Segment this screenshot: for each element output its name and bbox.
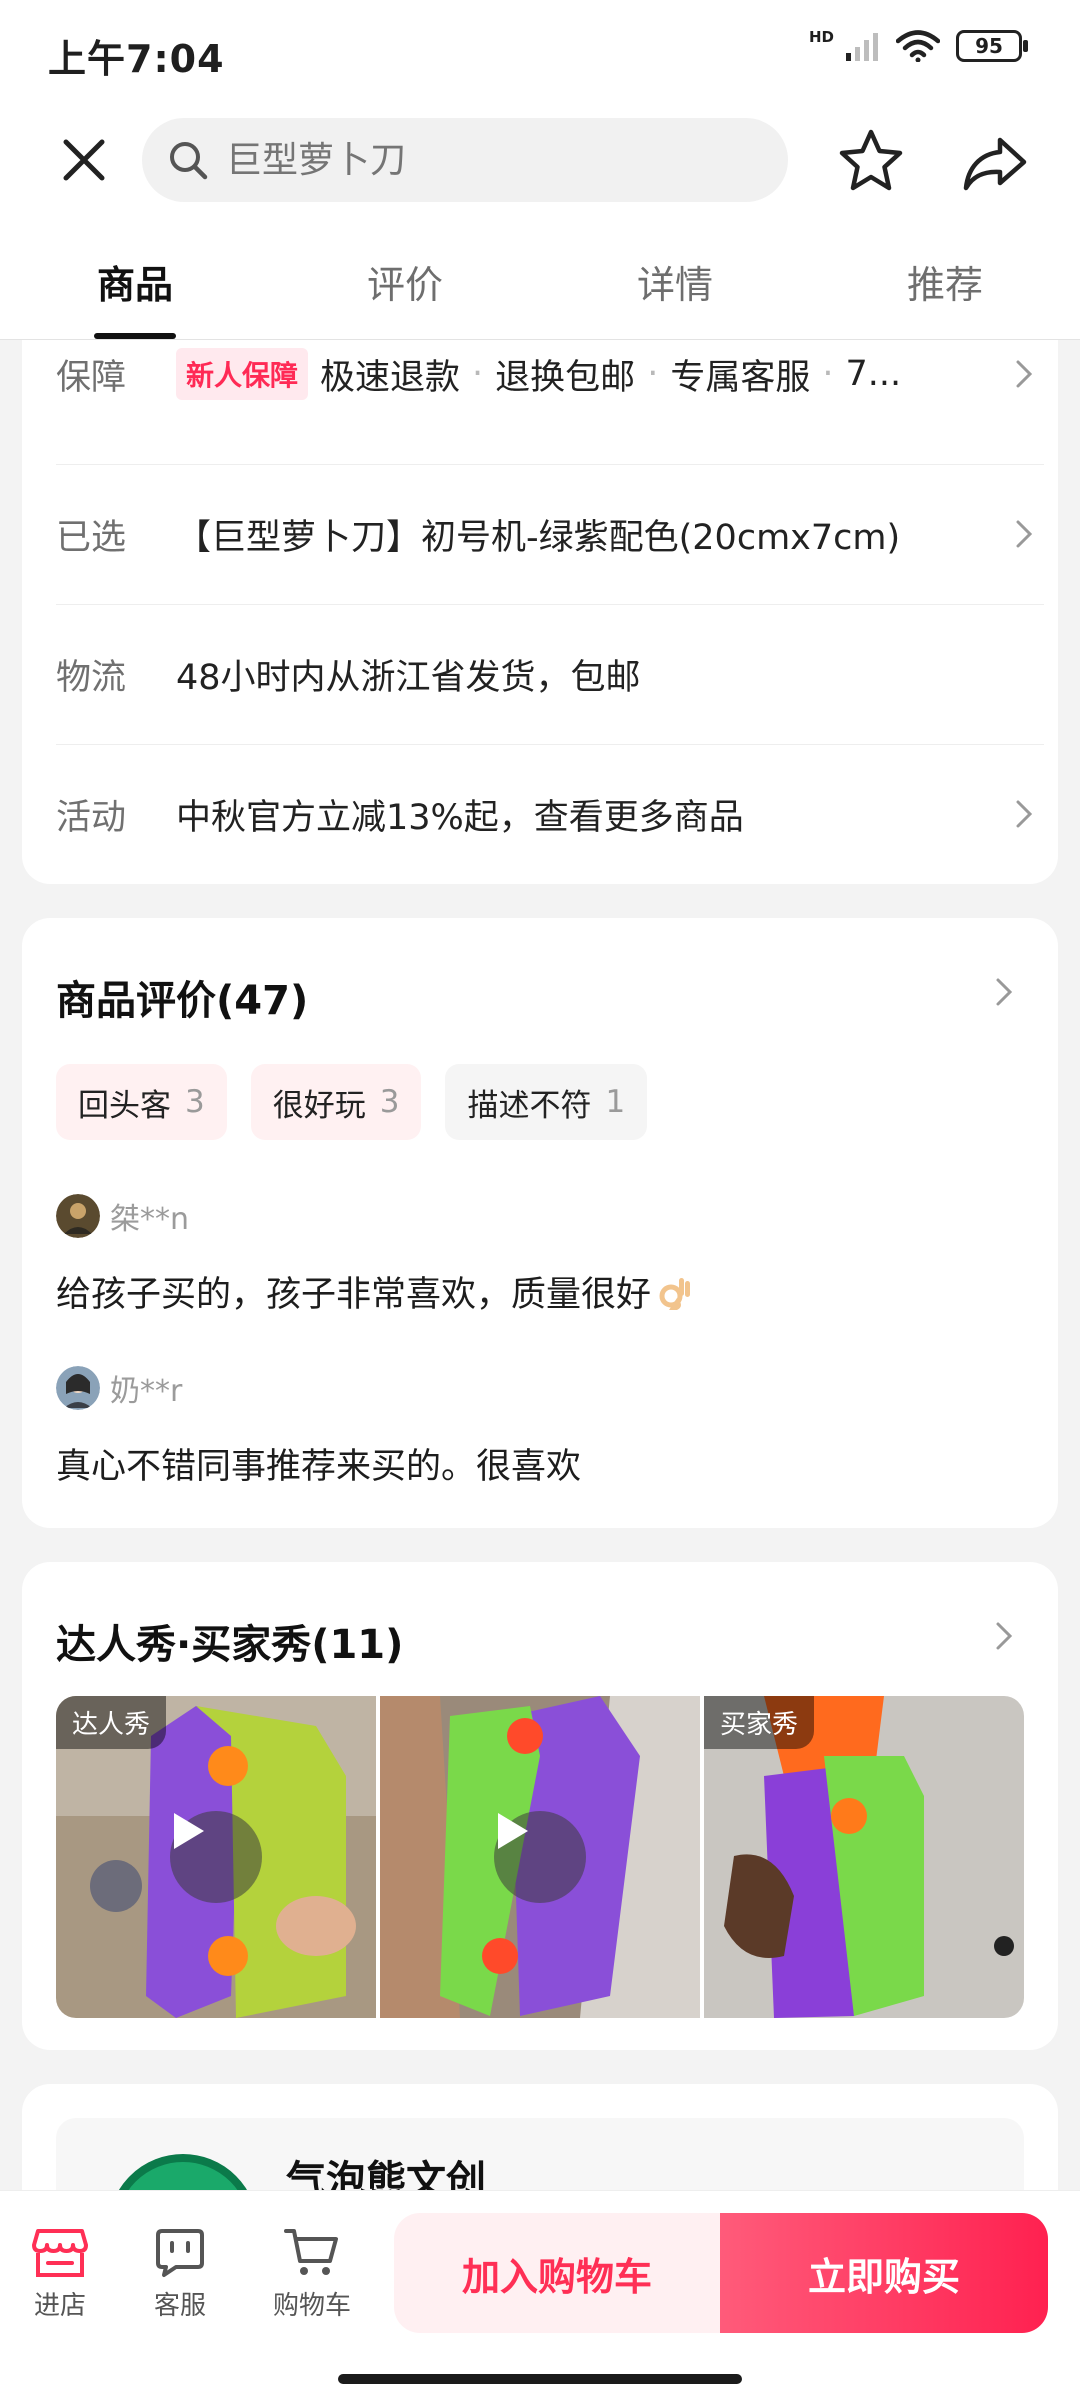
review-item[interactable]: 奶**r 真心不错同事推荐来买的。很喜欢 [56,1366,1036,1489]
logistics-label: 物流 [56,657,127,698]
selected-value: 【巨型萝卜刀】初号机-绿紫配色(20cmx7cm) [176,517,901,558]
search-icon [164,136,212,184]
status-bar: 上午7:04 HD 95 [0,0,1080,100]
reviews-card: 商品评价(47) 回头客 3 很好玩 3 描述不符 1 桀**n 给孩子买的，孩子非常… [22,918,1058,1528]
review-text: 给孩子买的，孩子非常喜欢，质量很好 [56,1266,1036,1317]
show-label: 达人秀 [56,1696,167,1749]
review-user: 桀**n [56,1194,1036,1238]
review-username: 桀**n [110,1202,190,1237]
review-text: 真心不错同事推荐来买的。很喜欢 [56,1447,582,1487]
search-row [0,110,1080,210]
chevron-right-icon [1004,794,1044,834]
chevron-right-icon [1004,514,1044,554]
review-tag[interactable]: 很好玩 3 [250,1064,422,1140]
purchase-buttons: 加入购物车 立即购买 [394,2213,1048,2333]
status-icons: HD 95 [808,28,1028,62]
store-icon [32,2229,88,2277]
newcomer-badge: 新人保障 [176,348,309,400]
selected-row[interactable]: 已选 【巨型萝卜刀】初号机-绿紫配色(20cmx7cm) [56,464,1044,604]
add-to-cart-button[interactable]: 加入购物车 [394,2213,720,2333]
chevron-right-icon[interactable] [984,972,1024,1012]
guarantee-item: 退换包邮 [495,357,636,398]
signal-icon [846,33,878,61]
cart-icon [284,2229,338,2275]
review-user: 奶**r [56,1366,1036,1410]
search-input[interactable] [224,138,748,182]
shop-label: 进店 [33,2291,86,2321]
cart-label: 购物车 [272,2291,351,2321]
product-info-card: 保障 新人保障 极速退款 · 退换包邮 · 专属客服 · 7... 已选 【巨型… [22,340,1058,884]
bottom-action-bar: 进店 客服 购物车 加入购物车 立即购买 [0,2190,1080,2401]
selected-label: 已选 [56,517,127,558]
logistics-row: 物流 48小时内从浙江省发货，包邮 [56,604,1044,744]
promo-row[interactable]: 活动 中秋官方立减13%起，查看更多商品 [56,744,1044,884]
review-tag[interactable]: 描述不符 1 [445,1064,648,1140]
review-item[interactable]: 桀**n 给孩子买的，孩子非常喜欢，质量很好 [56,1194,1036,1317]
guarantee-row[interactable]: 保障 新人保障 极速退款 · 退换包邮 · 专属客服 · 7... [56,304,1044,444]
ok-hand-icon [659,1277,691,1310]
buy-now-button[interactable]: 立即购买 [720,2213,1048,2333]
review-tag[interactable]: 回头客 3 [56,1064,227,1140]
guarantee-label: 保障 [56,357,127,398]
logistics-value: 48小时内从浙江省发货，包邮 [176,657,641,698]
review-username: 奶**r [110,1374,183,1409]
show-label: 买家秀 [704,1696,815,1749]
guarantee-value: 新人保障 极速退款 · 退换包邮 · 专属客服 · 7... [176,348,1004,400]
shop-button[interactable]: 进店 [10,2227,110,2322]
promo-value: 中秋官方立减13%起，查看更多商品 [176,797,744,838]
shows-title[interactable]: 达人秀·买家秀(11) [56,1612,403,1670]
network-type: HD [808,28,834,46]
reviews-title[interactable]: 商品评价(47) [56,968,308,1026]
favorite-star-icon[interactable] [836,126,906,196]
home-indicator[interactable] [338,2374,742,2384]
review-tags: 回头客 3 很好玩 3 描述不符 1 [56,1064,648,1140]
avatar [56,1366,100,1410]
play-icon [170,1811,262,1903]
customer-service-button[interactable]: 客服 [130,2227,230,2322]
guarantee-item: 专属客服 [670,357,811,398]
close-button[interactable] [54,130,114,190]
avatar [56,1194,100,1238]
share-icon[interactable] [960,128,1030,198]
chevron-right-icon [1004,354,1044,394]
show-video-thumbnail[interactable] [380,1696,700,2018]
service-label: 客服 [153,2291,206,2321]
play-icon [494,1811,586,1903]
status-time: 上午7:04 [48,37,225,81]
wifi-icon [896,30,940,62]
close-icon [63,139,105,181]
top-bar: 上午7:04 HD 95 巨型萝卜刀 商品 评价 详情 推荐 [0,0,1080,340]
show-video-thumbnail[interactable]: 达人秀 [56,1696,376,2018]
show-photo-thumbnail[interactable]: 买家秀 [704,1696,1024,2018]
cart-button[interactable]: 购物车 [262,2227,362,2322]
guarantee-item: 极速退款 [320,357,461,398]
chevron-right-icon[interactable] [984,1616,1024,1656]
shows-media-row: 达人秀 买家秀 [56,1696,1024,2018]
guarantee-item: 7... [845,354,902,394]
chat-icon [156,2229,204,2277]
promo-label: 活动 [56,797,127,838]
battery-icon: 95 [956,30,1028,62]
buyer-shows-card: 达人秀·买家秀(11) 达人秀 买家秀 [22,1562,1058,2050]
search-bar[interactable] [142,118,788,202]
